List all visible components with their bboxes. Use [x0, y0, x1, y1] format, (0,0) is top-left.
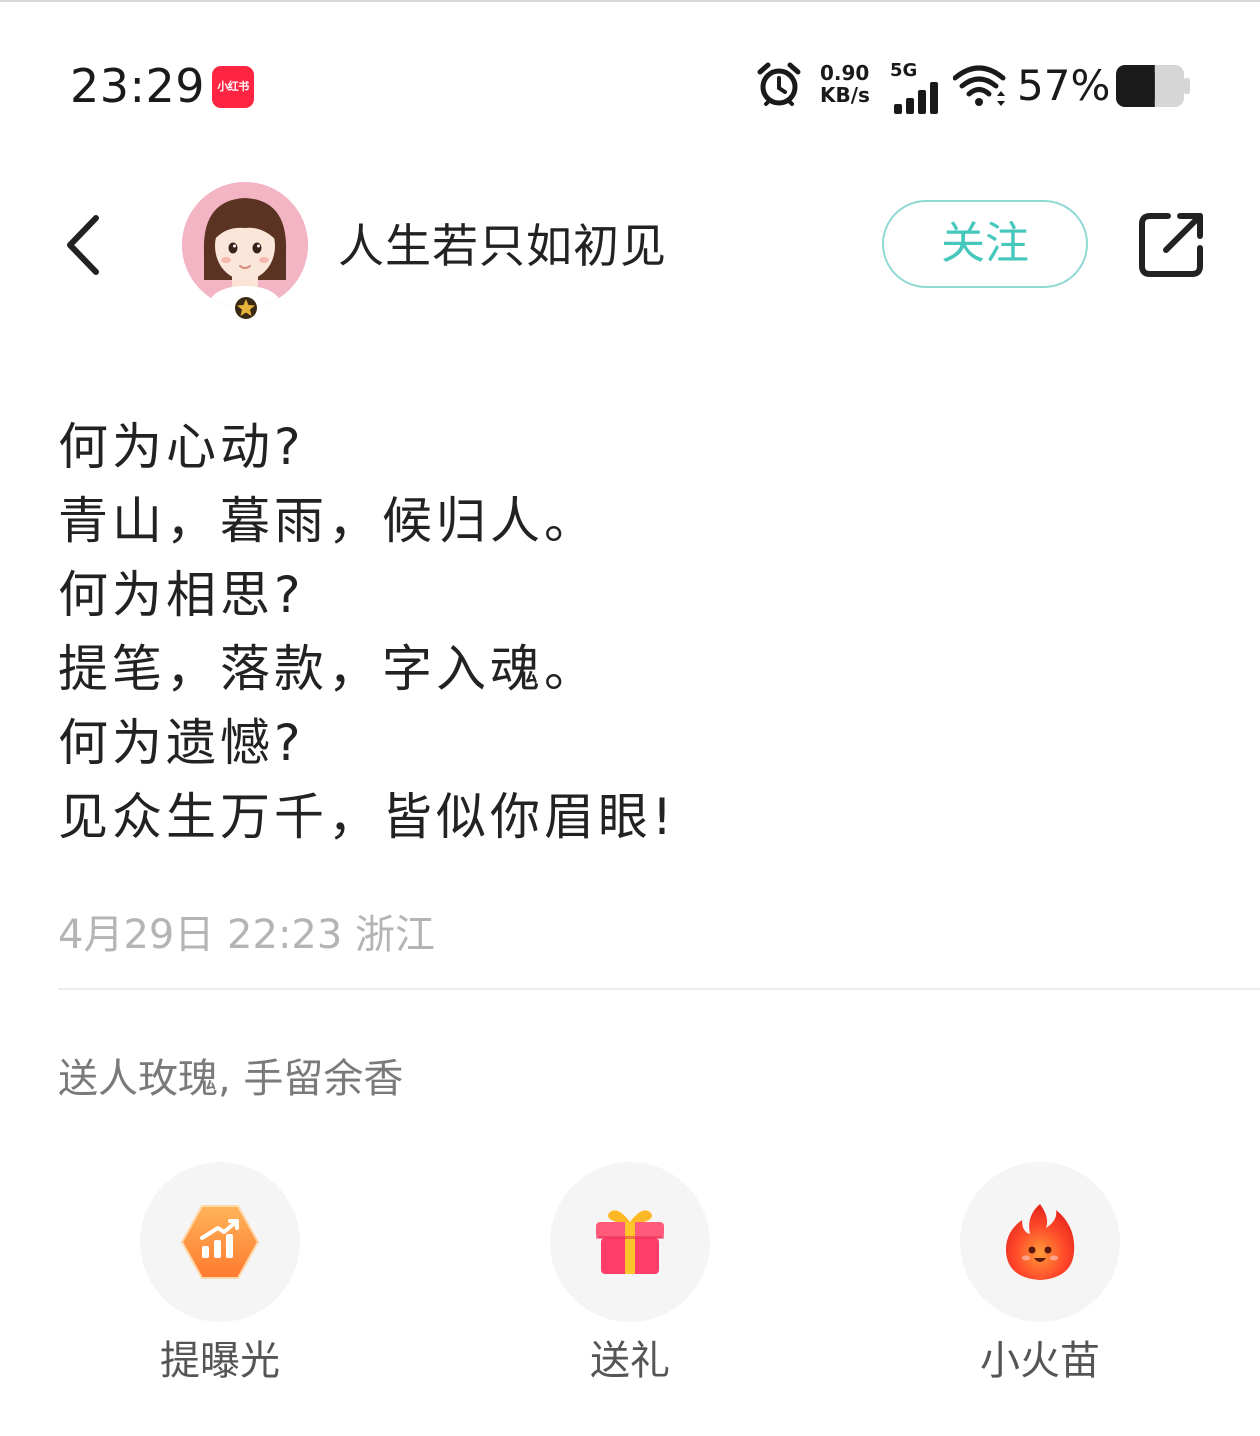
net-speed-unit: KB/s — [820, 83, 870, 107]
net-speed-value: 0.90 — [820, 61, 870, 85]
share-external-icon[interactable] — [1136, 208, 1208, 280]
send-gift-button[interactable]: 送礼 — [520, 1162, 740, 1402]
verified-badge-icon — [232, 294, 260, 322]
avatar[interactable] — [182, 182, 308, 308]
gift-prompt: 送人玫瑰, 手留余香 — [58, 1056, 404, 1102]
gift-box-icon — [596, 1210, 664, 1274]
post-date-location: 4月29日 22:23 浙江 — [58, 912, 436, 958]
divider — [58, 988, 1260, 990]
battery-percent: 57% — [1017, 61, 1111, 110]
username[interactable]: 人生若只如初见 — [338, 216, 667, 276]
status-bar: 23:29 小红书 0.90 KB/s 5G 57% — [0, 30, 1260, 140]
net-speed: 0.90 KB/s — [820, 62, 880, 106]
post-line: 提笔，落款，字入魂。 — [58, 640, 598, 698]
wifi-icon — [953, 65, 1006, 106]
boost-exposure-button[interactable]: 提曝光 — [110, 1162, 330, 1402]
post-line: 何为遗憾? — [58, 714, 305, 772]
post-content: 何为心动? 青山，暮雨，候归人。 何为相思? 提笔，落款，字入魂。 何为遗憾? … — [58, 410, 1208, 854]
action-label: 送礼 — [590, 1338, 670, 1384]
flame-icon — [1005, 1204, 1075, 1280]
action-circle[interactable] — [960, 1162, 1120, 1322]
action-label: 小火苗 — [980, 1338, 1100, 1384]
follow-button[interactable]: 关注 — [882, 200, 1088, 288]
post-line: 何为心动? — [58, 418, 305, 476]
avatar-illustration — [182, 182, 308, 308]
status-time: 23:29 — [70, 59, 206, 113]
alarm-icon — [757, 62, 801, 106]
post-header: 人生若只如初见 关注 — [0, 170, 1260, 330]
action-circle[interactable] — [550, 1162, 710, 1322]
little-flame-button[interactable]: 小火苗 — [930, 1162, 1150, 1402]
post-line: 见众生万千，皆似你眉眼! — [58, 788, 677, 846]
signal-icon — [894, 82, 938, 114]
battery-icon — [1116, 65, 1190, 107]
action-circle[interactable] — [140, 1162, 300, 1322]
chevron-left-icon[interactable] — [58, 212, 108, 278]
top-edge-line — [0, 0, 1260, 2]
app-badge-icon: 小红书 — [212, 66, 254, 108]
boost-exposure-icon — [181, 1205, 259, 1279]
post-line: 何为相思? — [58, 566, 305, 624]
network-type: 5G — [890, 60, 918, 81]
action-label: 提曝光 — [160, 1338, 280, 1384]
post-line: 青山，暮雨，候归人。 — [58, 492, 598, 550]
